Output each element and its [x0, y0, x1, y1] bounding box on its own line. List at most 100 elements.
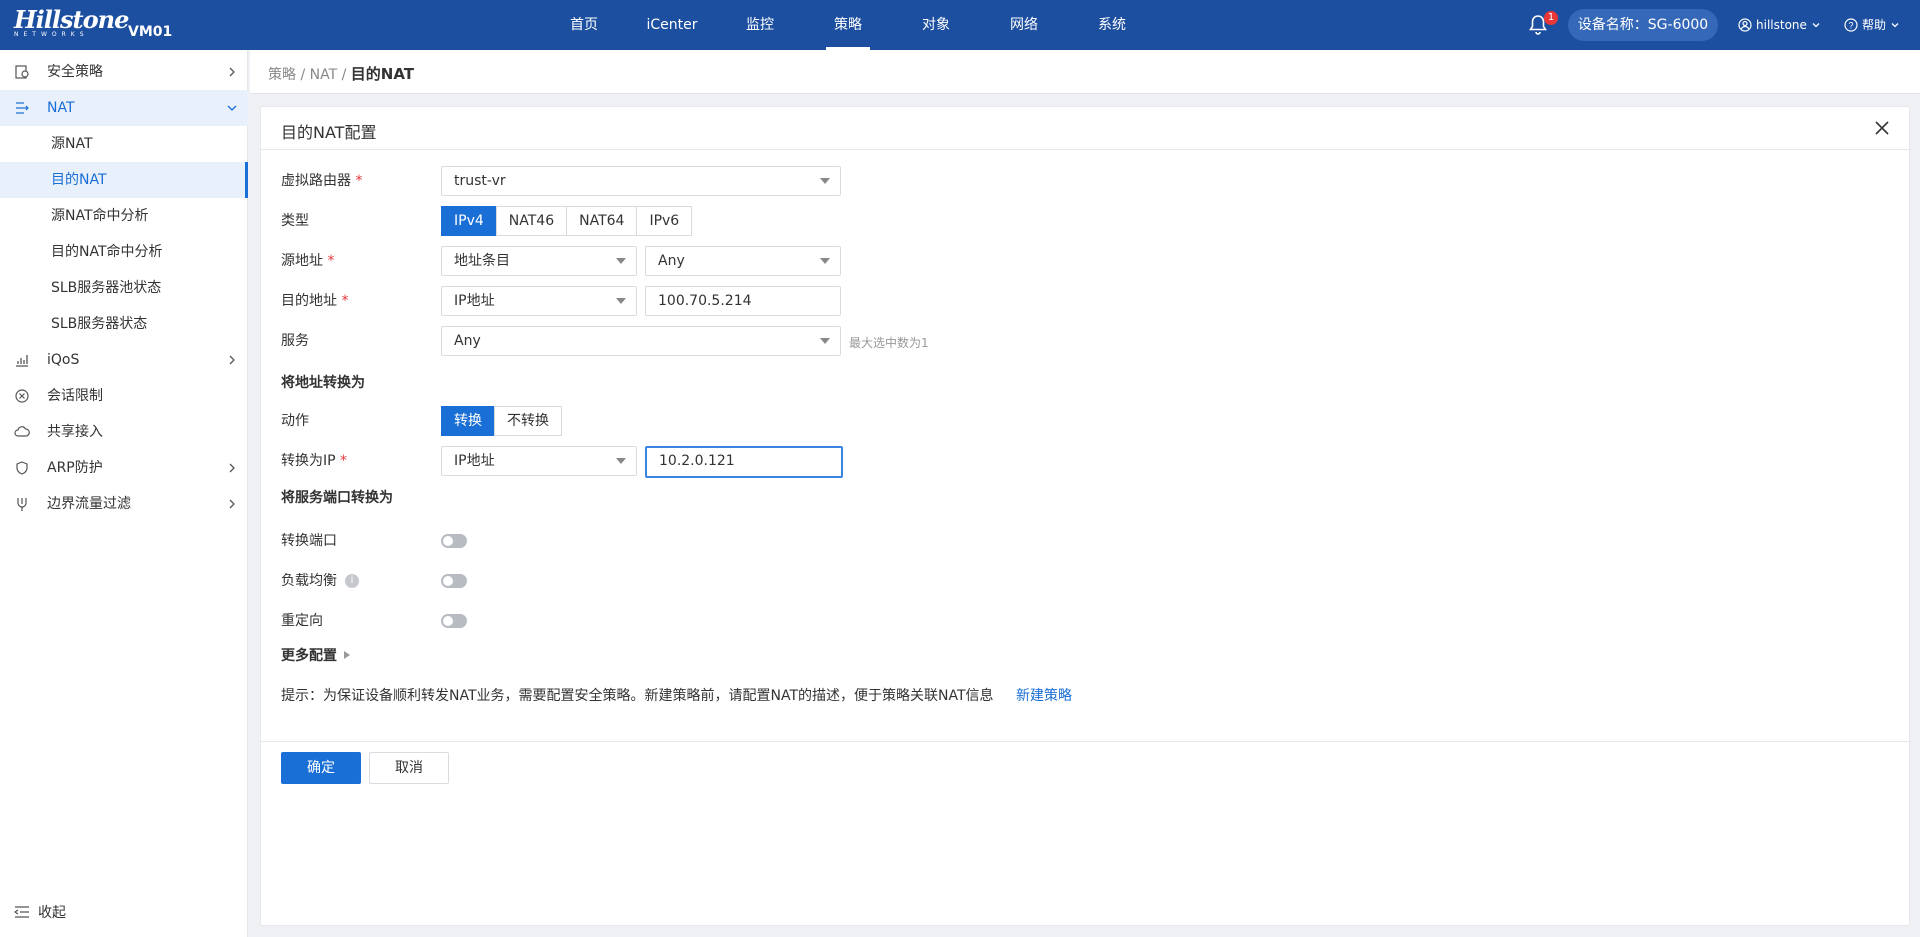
nat-icon [16, 102, 29, 114]
sidebar-sub-slb-server-status[interactable]: SLB服务器状态 [0, 306, 248, 342]
dst-addr-input[interactable]: 100.70.5.214 [645, 286, 841, 316]
type-ipv4-button[interactable]: IPv4 [441, 206, 497, 236]
sidebar-sub-label: 目的NAT [51, 172, 107, 188]
nav-icenter[interactable]: iCenter [628, 0, 716, 50]
sidebar-sub-source-nat-hit[interactable]: 源NAT命中分析 [0, 198, 248, 234]
breadcrumb-nat[interactable]: NAT [310, 67, 338, 83]
dropdown-caret-icon [820, 338, 830, 344]
breadcrumb-policy[interactable]: 策略 [268, 67, 296, 83]
service-select[interactable]: Any [441, 326, 841, 356]
redirect-toggle[interactable] [441, 614, 467, 628]
sidebar-item-label: 会话限制 [47, 388, 103, 404]
user-icon [1738, 18, 1752, 32]
translate-ip-type-select[interactable]: IP地址 [441, 446, 637, 476]
hillstone-logo[interactable]: Hillstone NETWORKS [14, 5, 129, 42]
panel-title: 目的NAT配置 [281, 123, 377, 142]
sidebar-item-arp-protection[interactable]: ARP防护 [0, 450, 248, 486]
virtual-router-value: trust-vr [454, 173, 506, 189]
nav-home[interactable]: 首页 [540, 0, 628, 50]
service-hint: 最大选中数为1 [849, 336, 929, 350]
load-balance-toggle[interactable] [441, 574, 467, 588]
sidebar-sub-dest-nat-hit[interactable]: 目的NAT命中分析 [0, 234, 248, 270]
src-addr-type-select[interactable]: 地址条目 [441, 246, 637, 276]
action-translate-button[interactable]: 转换 [441, 406, 495, 436]
src-addr-type-value: 地址条目 [454, 253, 510, 269]
close-icon[interactable] [1873, 119, 1891, 137]
translate-section-heading: 将地址转换为 [281, 375, 365, 391]
virtual-router-select[interactable]: trust-vr [441, 166, 841, 196]
dropdown-caret-icon [820, 258, 830, 264]
dropdown-caret-icon [820, 178, 830, 184]
new-policy-link[interactable]: 新建策略 [1016, 688, 1072, 704]
help-menu[interactable]: ? 帮助 [1844, 0, 1900, 50]
translate-ip-input[interactable]: 10.2.0.121 [645, 446, 843, 478]
ok-button[interactable]: 确定 [281, 752, 361, 784]
nav-monitor[interactable]: 监控 [716, 0, 804, 50]
port-translate-label: 转换端口 [281, 533, 337, 549]
sidebar-collapse-button[interactable]: 收起 [14, 902, 66, 922]
sidebar-item-iqos[interactable]: iQoS [0, 342, 248, 378]
action-segmented: 转换 不转换 [441, 406, 562, 436]
breadcrumb-separator: / [341, 67, 347, 83]
caret-right-icon [344, 651, 350, 659]
cloud-share-icon [14, 426, 30, 437]
nav-system[interactable]: 系统 [1068, 0, 1156, 50]
sidebar-item-security-policy[interactable]: 安全策略 [0, 54, 248, 90]
redirect-label: 重定向 [281, 613, 323, 629]
translate-ip-type-value: IP地址 [454, 453, 495, 469]
action-no-translate-button[interactable]: 不转换 [494, 406, 562, 436]
svg-text:?: ? [1848, 21, 1853, 31]
dst-addr-type-select[interactable]: IP地址 [441, 286, 637, 316]
sidebar-item-border-traffic-filter[interactable]: 边界流量过滤 [0, 486, 248, 522]
logo-text: Hillstone [14, 5, 129, 34]
sidebar-sub-slb-pool-status[interactable]: SLB服务器池状态 [0, 270, 248, 306]
sidebar-sub-label: 源NAT命中分析 [51, 208, 149, 224]
hint-message: 提示：为保证设备顺利转发NAT业务，需要配置安全策略。新建策略前，请配置NAT的… [281, 688, 994, 704]
hint-text: 提示：为保证设备顺利转发NAT业务，需要配置安全策略。新建策略前，请配置NAT的… [281, 685, 1072, 705]
shield-policy-icon [15, 65, 29, 79]
type-nat46-button[interactable]: NAT46 [495, 206, 568, 236]
type-segmented: IPv4 NAT46 NAT64 IPv6 [441, 206, 693, 236]
username: hillstone [1756, 18, 1807, 32]
service-value: Any [454, 333, 481, 349]
sidebar-item-session-limit[interactable]: 会话限制 [0, 378, 248, 414]
bar-chart-icon [16, 355, 28, 367]
sidebar-item-label: ARP防护 [47, 460, 103, 476]
sidebar-sub-label: 目的NAT命中分析 [51, 244, 163, 260]
filter-icon [17, 498, 27, 511]
dst-addr-type-value: IP地址 [454, 293, 495, 309]
src-addr-select[interactable]: Any [645, 246, 841, 276]
collapse-label: 收起 [38, 905, 66, 921]
help-label: 帮助 [1862, 18, 1887, 32]
sidebar-item-label: iQoS [47, 352, 80, 368]
cancel-button[interactable]: 取消 [369, 752, 449, 784]
sidebar-sub-label: SLB服务器池状态 [51, 280, 162, 296]
dropdown-caret-icon [616, 298, 626, 304]
chevron-right-icon [229, 463, 235, 473]
vm-name: VM01 [128, 24, 173, 40]
virtual-router-label: 虚拟路由器 * [281, 173, 363, 189]
title-divider [261, 149, 1911, 150]
sidebar-item-label: 安全策略 [47, 64, 103, 80]
nav-object[interactable]: 对象 [892, 0, 980, 50]
chevron-right-icon [229, 499, 235, 509]
sidebar-sub-source-nat[interactable]: 源NAT [0, 126, 248, 162]
sidebar-sub-dest-nat[interactable]: 目的NAT [0, 162, 248, 198]
info-icon[interactable]: i [345, 574, 359, 588]
main-nav: 首页 iCenter 监控 策略 对象 网络 系统 [540, 0, 1156, 50]
type-ipv6-button[interactable]: IPv6 [636, 206, 693, 236]
sidebar-item-shared-access[interactable]: 共享接入 [0, 414, 248, 450]
user-menu[interactable]: hillstone [1738, 0, 1821, 50]
port-translate-toggle[interactable] [441, 534, 467, 548]
sidebar-item-nat[interactable]: NAT [0, 90, 248, 126]
more-config-toggle[interactable]: 更多配置 [281, 645, 351, 665]
breadcrumb-bar: 策略 / NAT / 目的NAT [250, 50, 1920, 94]
sidebar-sub-label: SLB服务器状态 [51, 316, 148, 332]
dropdown-caret-icon [616, 258, 626, 264]
nav-network[interactable]: 网络 [980, 0, 1068, 50]
circle-x-icon [15, 389, 29, 403]
port-section-heading: 将服务端口转换为 [281, 490, 393, 506]
type-nat64-button[interactable]: NAT64 [566, 206, 638, 236]
nav-policy[interactable]: 策略 [804, 0, 892, 50]
service-label: 服务 [281, 333, 309, 349]
